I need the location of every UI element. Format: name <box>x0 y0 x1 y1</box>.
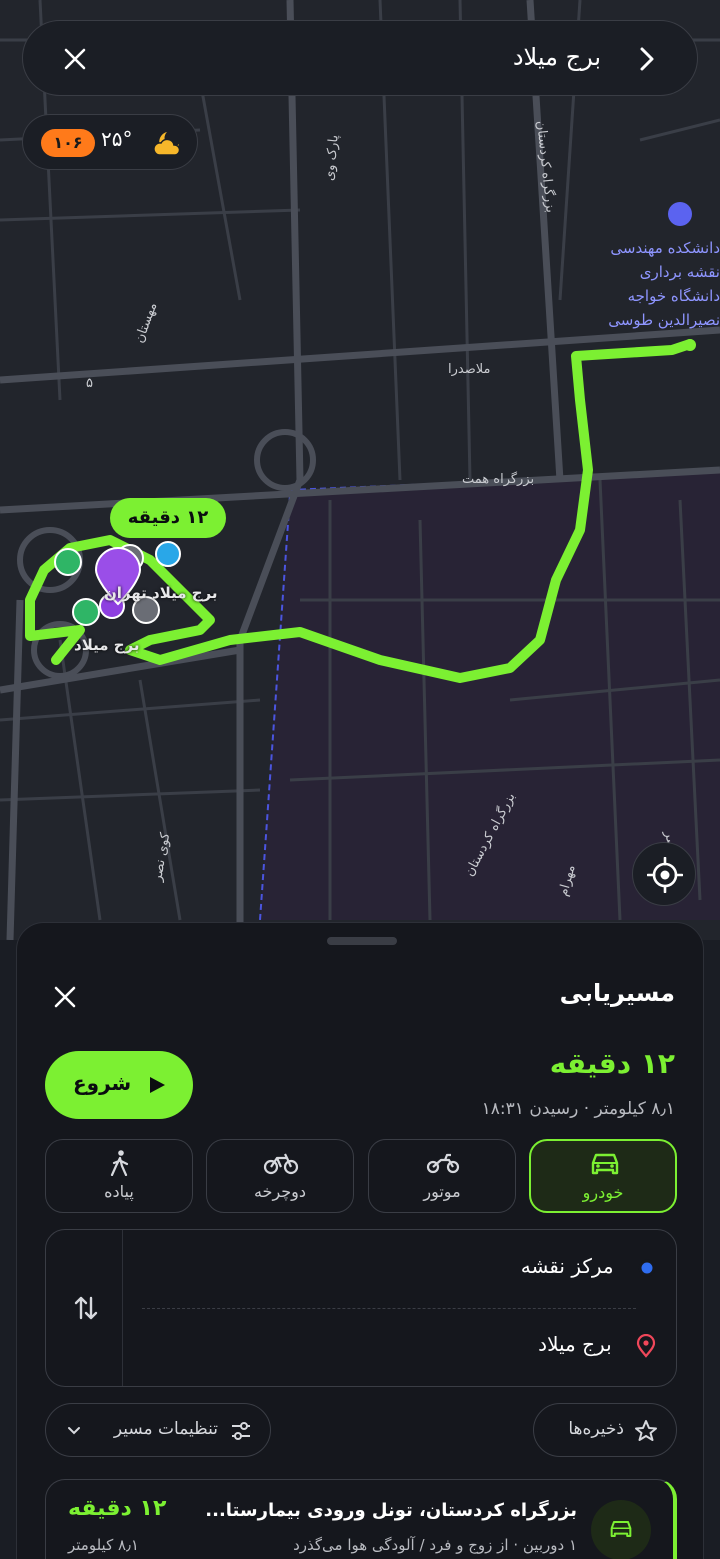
poi-marker <box>155 541 181 567</box>
moon-cloud-icon <box>153 132 181 156</box>
poi-label: دانشکده مهندسی نقشه برداری دانشگاه خواجه… <box>608 239 720 329</box>
car-icon <box>610 1520 632 1538</box>
search-title: برج میلاد <box>512 43 601 71</box>
route-option-card[interactable]: بزرگراه کردستان، تونل ورودی بیمارستا... … <box>45 1479 677 1559</box>
my-location-button[interactable] <box>632 842 696 906</box>
temperature: ۲۵° <box>101 127 133 151</box>
air-quality-badge: ۱۰۶ <box>41 129 95 157</box>
poi-marker <box>54 548 82 576</box>
street-label: بزرگراه همت <box>462 472 535 487</box>
route-endpoints: مرکز نقشه برج میلاد <box>45 1229 677 1387</box>
swap-icon[interactable] <box>72 1294 100 1322</box>
sheet-title: مسیریابی <box>559 979 675 1007</box>
mode-bicycle[interactable]: دوچرخه <box>206 1139 354 1213</box>
routing-sheet: مسیریابی ۱۲ دقیقه ۸٫۱ کیلومتر · رسیدن ۱۸… <box>16 922 704 1559</box>
origin-label: مرکز نقشه <box>520 1254 614 1278</box>
weather-widget[interactable]: ۱۰۶ ۲۵° <box>22 114 198 170</box>
saved-label: ذخیره‌ها <box>568 1419 624 1439</box>
saved-button[interactable]: ذخیره‌ها <box>533 1403 677 1457</box>
chevron-down-icon <box>68 1427 80 1435</box>
eta-time: ۱۲ دقیقه <box>549 1047 675 1080</box>
walk-icon <box>110 1150 129 1176</box>
chevron-right-icon[interactable] <box>629 41 665 77</box>
car-icon <box>591 1153 619 1175</box>
route-option-subtitle: ۱ دوربین · از زوج و فرد / آلودگی هوا می‌… <box>293 1536 577 1554</box>
mode-label: پیاده <box>104 1182 134 1201</box>
mode-walk[interactable]: پیاده <box>45 1139 193 1213</box>
location-pin-icon <box>636 1333 656 1358</box>
sliders-icon <box>232 1422 250 1440</box>
destination-field[interactable]: برج میلاد <box>538 1332 656 1358</box>
close-icon[interactable] <box>57 41 93 77</box>
motorcycle-icon <box>426 1153 460 1174</box>
start-button[interactable]: شروع <box>45 1051 193 1119</box>
mode-label: دوچرخه <box>253 1182 307 1201</box>
close-icon[interactable] <box>49 981 81 1013</box>
destination-label: برج میلاد <box>538 1332 612 1356</box>
route-option-distance: ۸٫۱ کیلومتر <box>68 1536 139 1554</box>
poi-marker <box>72 598 100 626</box>
route-settings-button[interactable]: تنظیمات مسیر <box>45 1403 271 1457</box>
play-icon <box>150 1077 165 1093</box>
street-label: ۵ <box>86 376 93 391</box>
eta-details: ۸٫۱ کیلومتر · رسیدن ۱۸:۳۱ <box>481 1099 675 1119</box>
crosshair-icon <box>647 857 683 893</box>
route-option-time: ۱۲ دقیقه <box>68 1496 167 1521</box>
route-option-title: بزرگراه کردستان، تونل ورودی بیمارستا... <box>205 1500 577 1521</box>
mode-car[interactable]: خودرو <box>529 1139 677 1213</box>
search-bar[interactable]: برج میلاد <box>22 20 698 96</box>
route-mode-badge <box>591 1500 651 1559</box>
university-icon <box>668 202 692 226</box>
travel-mode-selector: خودرو موتور دوچرخه پیاده <box>45 1139 677 1213</box>
origin-field[interactable]: مرکز نقشه <box>521 1254 656 1278</box>
mode-motorcycle[interactable]: موتور <box>368 1139 516 1213</box>
destination-label: برج میلاد <box>74 636 140 654</box>
street-label: ملاصدرا <box>448 362 491 377</box>
star-icon <box>635 1420 657 1441</box>
route-settings-label: تنظیمات مسیر <box>113 1419 218 1439</box>
start-label: شروع <box>73 1071 132 1095</box>
destination-label: برج میلاد تهران <box>104 584 218 602</box>
sheet-handle[interactable] <box>327 937 397 945</box>
bicycle-icon <box>263 1153 299 1175</box>
mode-label: خودرو <box>582 1183 624 1202</box>
route-time-bubble: ۱۲ دقیقه <box>110 498 226 538</box>
mode-label: موتور <box>423 1182 461 1201</box>
origin-dot-icon <box>638 1259 656 1276</box>
